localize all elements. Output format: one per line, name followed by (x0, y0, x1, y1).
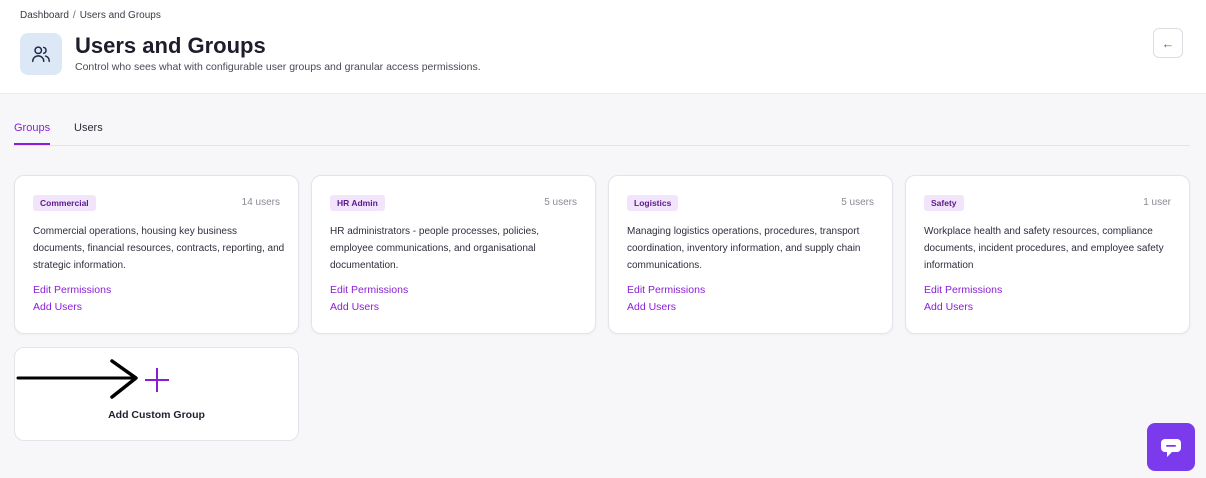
group-description: Workplace health and safety resources, c… (924, 226, 1164, 271)
group-card-safety: Safety 1 user Workplace health and safet… (905, 175, 1190, 334)
group-description: Commercial operations, housing key busin… (33, 226, 285, 271)
user-count: 5 users (544, 197, 577, 208)
chat-icon (1161, 439, 1181, 457)
add-users-link[interactable]: Add Users (924, 301, 973, 313)
user-count: 5 users (841, 197, 874, 208)
group-badge: Commercial (33, 195, 96, 211)
user-count: 14 users (241, 197, 280, 208)
edit-permissions-link[interactable]: Edit Permissions (924, 284, 1002, 296)
users-icon (20, 33, 62, 75)
group-card-hr-admin: HR Admin 5 users HR administrators - peo… (311, 175, 596, 334)
back-button[interactable]: ← (1153, 28, 1183, 58)
add-users-link[interactable]: Add Users (330, 301, 379, 313)
tab-groups[interactable]: Groups (14, 122, 51, 145)
edit-permissions-link[interactable]: Edit Permissions (627, 284, 705, 296)
tab-users[interactable]: Users (74, 122, 103, 144)
group-badge: Safety (924, 195, 964, 211)
add-custom-group-label[interactable]: Add Custom Group (14, 409, 299, 421)
group-card-logistics: Logistics 5 users Managing logistics ope… (608, 175, 893, 334)
group-description: HR administrators - people processes, po… (330, 226, 539, 271)
tab-bar: Groups Users (14, 118, 1190, 146)
edit-permissions-link[interactable]: Edit Permissions (33, 284, 111, 296)
breadcrumb-separator: / (72, 10, 76, 21)
user-count: 1 user (1143, 197, 1171, 208)
chat-button[interactable] (1147, 423, 1195, 471)
page-title: Users and Groups (75, 33, 266, 58)
plus-icon[interactable] (144, 367, 170, 398)
page-subtitle: Control who sees what with configurable … (75, 61, 481, 73)
breadcrumb-current: Users and Groups (79, 10, 161, 21)
add-users-link[interactable]: Add Users (627, 301, 676, 313)
arrow-right-icon (16, 358, 140, 407)
group-card-commercial: Commercial 14 users Commercial operation… (14, 175, 299, 334)
breadcrumb: Dashboard / Users and Groups (20, 10, 161, 21)
group-badge: Logistics (627, 195, 679, 211)
edit-permissions-link[interactable]: Edit Permissions (330, 284, 408, 296)
arrow-left-icon: ← (1161, 35, 1175, 51)
add-users-link[interactable]: Add Users (33, 301, 82, 313)
page-header: Dashboard / Users and Groups Users and Gro… (0, 0, 1206, 94)
group-description: Managing logistics operations, procedure… (627, 226, 861, 271)
breadcrumb-home[interactable]: Dashboard (20, 10, 69, 21)
group-badge: HR Admin (330, 195, 385, 211)
